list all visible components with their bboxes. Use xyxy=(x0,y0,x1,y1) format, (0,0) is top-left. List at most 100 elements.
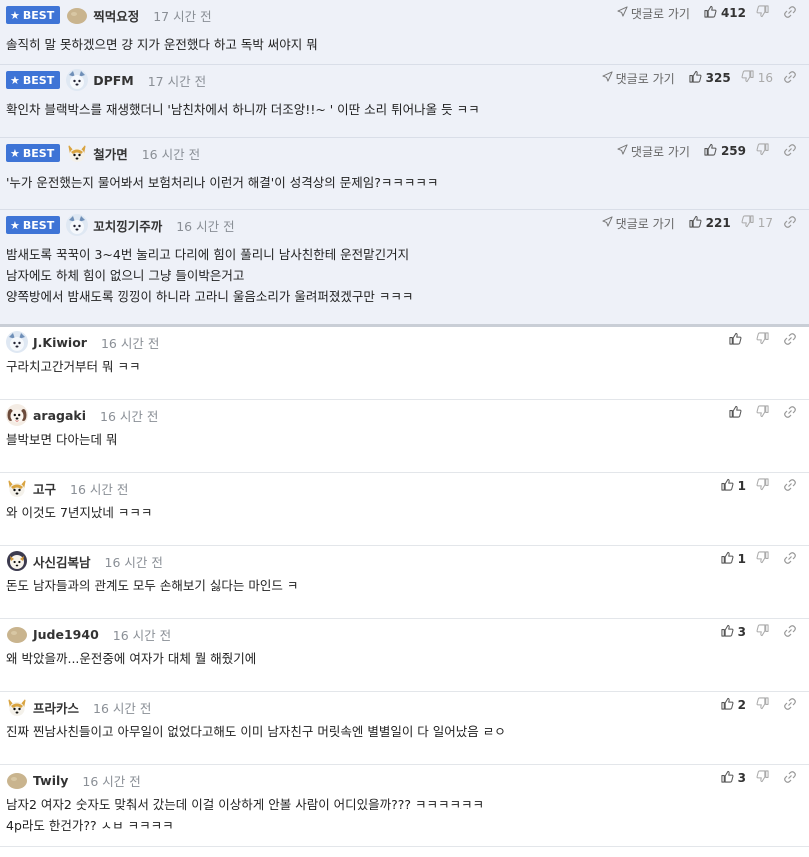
comment-body: 솔직히 말 못하겠으면 걍 지가 운전했다 하고 독박 써야지 뭐 xyxy=(6,34,318,55)
avatar[interactable] xyxy=(6,550,28,572)
dislike-button[interactable]: 17 xyxy=(741,215,773,231)
reply-link[interactable]: 댓글로 가기 xyxy=(602,70,675,87)
share-link-button[interactable] xyxy=(783,5,797,22)
comment-header: ★ BEST 찍먹요정 17 시간 전 xyxy=(6,4,212,26)
dislike-button[interactable] xyxy=(756,5,773,21)
comment-actions: 댓글로 가기 412 xyxy=(617,4,797,22)
nickname[interactable]: Twily xyxy=(33,773,68,788)
share-link-button[interactable] xyxy=(783,215,797,232)
share-link-button[interactable] xyxy=(783,624,797,641)
nickname[interactable]: 프라카스 xyxy=(33,698,79,717)
comment-actions xyxy=(729,331,797,349)
like-button[interactable]: 325 xyxy=(689,70,731,86)
link-icon xyxy=(783,143,797,160)
nickname[interactable]: 고구 xyxy=(33,479,56,498)
dislike-button[interactable] xyxy=(756,332,773,348)
like-button[interactable]: 412 xyxy=(704,5,746,21)
reply-link[interactable]: 댓글로 가기 xyxy=(617,5,690,22)
timestamp: 16 시간 전 xyxy=(141,146,201,162)
nickname[interactable]: Jude1940 xyxy=(33,627,99,642)
dislike-button[interactable] xyxy=(756,405,773,421)
comment: 사신김복남 16 시간 전 돈도 남자들과의 관계도 모두 손해보기 싫다는 마인드… xyxy=(0,546,809,619)
comment-body: 블박보면 다아는데 뭐 xyxy=(6,429,117,450)
dislike-button[interactable] xyxy=(756,697,773,713)
thumbs-up-icon xyxy=(721,624,738,640)
like-button[interactable]: 3 xyxy=(721,770,746,786)
avatar[interactable] xyxy=(6,477,28,499)
thumbs-down-icon xyxy=(756,405,773,421)
like-button[interactable]: 259 xyxy=(704,143,746,159)
comment-line: 확인차 블랙박스를 재생했더니 '남친차에서 하니까 더조앙!!~ ' 이딴 소… xyxy=(6,102,480,117)
thumbs-down-icon xyxy=(756,770,773,786)
comment-actions: 댓글로 가기 259 xyxy=(617,142,797,160)
dislike-button[interactable]: 16 xyxy=(741,70,773,86)
comment-actions: 3 xyxy=(721,623,797,641)
avatar[interactable] xyxy=(66,69,89,91)
paper-plane-icon xyxy=(602,71,616,85)
avatar[interactable] xyxy=(6,623,28,645)
avatar[interactable] xyxy=(66,214,89,236)
share-link-button[interactable] xyxy=(783,70,797,87)
nickname[interactable]: 사신김복남 xyxy=(33,552,91,571)
nickname[interactable]: aragaki xyxy=(33,408,86,423)
like-button[interactable]: 1 xyxy=(721,551,746,567)
avatar[interactable] xyxy=(6,769,28,791)
comment-header: ★ BEST DPFM 17 시간 전 xyxy=(6,69,206,91)
reply-link-label: 댓글로 가기 xyxy=(630,6,690,21)
like-count: 1 xyxy=(737,552,746,566)
comment: aragaki 16 시간 전 블박보면 다아는데 뭐 xyxy=(0,400,809,473)
like-button[interactable]: 221 xyxy=(689,215,731,231)
nickname[interactable]: DPFM xyxy=(93,73,134,88)
like-button[interactable] xyxy=(729,332,746,348)
dislike-button[interactable] xyxy=(756,770,773,786)
dislike-button[interactable] xyxy=(756,478,773,494)
share-link-button[interactable] xyxy=(783,478,797,495)
reply-link[interactable]: 댓글로 가기 xyxy=(617,143,690,160)
comment-line: 밤새도록 꾹꾹이 3~4번 눌리고 다리에 힘이 풀리니 남사친한테 운전맡긴거… xyxy=(6,247,410,262)
avatar[interactable] xyxy=(6,331,28,353)
best-badge: ★ BEST xyxy=(6,6,61,24)
timestamp: 16 시간 전 xyxy=(70,481,129,497)
like-button[interactable]: 2 xyxy=(721,697,746,713)
paper-plane-icon xyxy=(617,6,631,20)
comment-line: 솔직히 말 못하겠으면 걍 지가 운전했다 하고 독박 써야지 뭐 xyxy=(6,37,318,52)
like-button[interactable]: 3 xyxy=(721,624,746,640)
paper-plane-icon xyxy=(602,216,616,230)
avatar[interactable] xyxy=(66,142,88,164)
share-link-button[interactable] xyxy=(783,405,797,422)
reply-link-label: 댓글로 가기 xyxy=(615,71,675,86)
comment-line: 남자에도 하체 힘이 없으니 그냥 들이박은거고 xyxy=(6,268,245,283)
paper-plane-icon xyxy=(617,144,631,158)
like-button[interactable]: 1 xyxy=(721,478,746,494)
nickname[interactable]: J.Kiwior xyxy=(33,335,87,350)
dislike-button[interactable] xyxy=(756,143,773,159)
comment-body: 밤새도록 꾹꾹이 3~4번 눌리고 다리에 힘이 풀리니 남사친한테 운전맡긴거… xyxy=(6,244,413,307)
thumbs-up-icon xyxy=(721,478,738,494)
like-count: 259 xyxy=(720,144,746,158)
timestamp: 16 시간 전 xyxy=(93,700,152,716)
like-count: 221 xyxy=(705,216,731,230)
share-link-button[interactable] xyxy=(783,551,797,568)
best-comment: ★ BEST 찍먹요정 17 시간 전 솔직히 말 못하겠으면 걍 지가 운전했다 하고… xyxy=(0,0,809,65)
reply-link-label: 댓글로 가기 xyxy=(630,144,690,159)
comment-header: ★ BEST 철가면 16 시간 전 xyxy=(6,142,200,164)
share-link-button[interactable] xyxy=(783,770,797,787)
like-count: 3 xyxy=(737,625,746,639)
share-link-button[interactable] xyxy=(783,697,797,714)
reply-link[interactable]: 댓글로 가기 xyxy=(602,215,675,232)
avatar[interactable] xyxy=(6,696,28,718)
nickname[interactable]: 찍먹요정 xyxy=(93,6,139,25)
like-button[interactable] xyxy=(729,405,746,421)
best-badge: ★ BEST xyxy=(6,71,61,89)
share-link-button[interactable] xyxy=(783,143,797,160)
share-link-button[interactable] xyxy=(783,332,797,349)
best-badge: ★ BEST xyxy=(6,144,61,162)
dislike-button[interactable] xyxy=(756,551,773,567)
avatar[interactable] xyxy=(6,404,28,426)
avatar[interactable] xyxy=(66,4,88,26)
nickname[interactable]: 철가면 xyxy=(93,144,128,163)
timestamp: 16 시간 전 xyxy=(82,773,141,789)
dislike-button[interactable] xyxy=(756,624,773,640)
comment-body: 진짜 찐남사친들이고 아무일이 없었다고해도 이미 남자친구 머릿속엔 별별일이… xyxy=(6,721,506,742)
nickname[interactable]: 꼬치낑기주까 xyxy=(93,216,162,235)
